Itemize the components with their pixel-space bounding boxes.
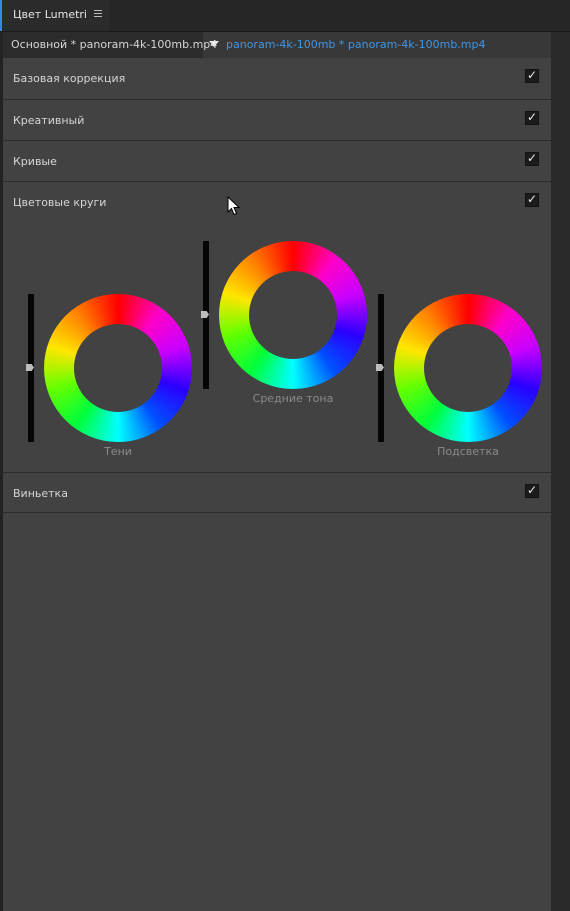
checkmark-icon: ✓ <box>527 483 538 497</box>
slider-handle[interactable] <box>376 364 384 371</box>
section-title: Кривые <box>13 155 57 168</box>
section-creative[interactable]: Креативный ✓ <box>3 100 551 141</box>
section-title: Креативный <box>13 114 85 127</box>
midtones-label: Средние тона <box>252 392 334 405</box>
shadows-luminance-slider[interactable] <box>26 294 34 442</box>
section-title: Виньетка <box>13 487 68 500</box>
clip-selector-bar: Основной * panoram-4k-100mb.mp4 panoram-… <box>3 32 551 58</box>
color-wheel-center[interactable] <box>74 324 162 412</box>
section-vignette[interactable]: Виньетка ✓ <box>3 473 551 513</box>
checkmark-icon: ✓ <box>527 68 538 82</box>
section-title: Базовая коррекция <box>13 72 126 85</box>
master-clip-tab[interactable]: Основной * panoram-4k-100mb.mp4 <box>3 32 217 58</box>
color-wheel-center[interactable] <box>424 324 512 412</box>
section-enable-checkbox[interactable]: ✓ <box>525 151 539 166</box>
midtones-luminance-slider[interactable] <box>201 241 209 389</box>
hamburger-menu-icon[interactable] <box>94 10 102 19</box>
panel-tab-bar: Цвет Lumetri <box>0 0 570 32</box>
shadows-label: Тени <box>104 445 132 458</box>
active-clip-link[interactable]: panoram-4k-100mb * panoram-4k-100mb.mp4 <box>226 38 486 51</box>
panel-title: Цвет Lumetri <box>13 8 87 21</box>
color-wheel-center[interactable] <box>249 271 337 359</box>
panel-scrollbar[interactable] <box>551 32 570 911</box>
color-wheels-area: Тени Средние тона Подсветка <box>3 218 551 472</box>
section-enable-checkbox[interactable]: ✓ <box>525 110 539 125</box>
section-enable-checkbox[interactable]: ✓ <box>525 483 539 498</box>
highlights-color-wheel[interactable] <box>394 294 542 442</box>
section-enable-checkbox[interactable]: ✓ <box>525 192 539 207</box>
section-basic-correction[interactable]: Базовая коррекция ✓ <box>3 58 551 100</box>
shadows-color-wheel[interactable] <box>44 294 192 442</box>
panel-tab-lumetri-color[interactable]: Цвет Lumetri <box>0 0 110 31</box>
section-enable-checkbox[interactable]: ✓ <box>525 68 539 83</box>
clip-dropdown-button[interactable] <box>207 37 221 51</box>
highlights-luminance-slider[interactable] <box>376 294 384 442</box>
checkmark-icon: ✓ <box>527 110 538 124</box>
mouse-cursor-icon <box>227 196 241 216</box>
section-curves[interactable]: Кривые ✓ <box>3 141 551 182</box>
checkmark-icon: ✓ <box>527 151 538 165</box>
slider-handle[interactable] <box>201 311 209 318</box>
checkmark-icon: ✓ <box>527 192 538 206</box>
section-title[interactable]: Цветовые круги <box>13 196 106 209</box>
midtones-color-wheel[interactable] <box>219 241 367 389</box>
lumetri-color-panel: Основной * panoram-4k-100mb.mp4 panoram-… <box>3 32 551 911</box>
master-clip-label: Основной * panoram-4k-100mb.mp4 <box>11 38 218 51</box>
triangle-down-icon <box>209 41 219 47</box>
section-color-wheels: Цветовые круги ✓ Тени Средние тона Подсв… <box>3 182 551 473</box>
slider-handle[interactable] <box>26 364 34 371</box>
highlights-label: Подсветка <box>437 445 499 458</box>
